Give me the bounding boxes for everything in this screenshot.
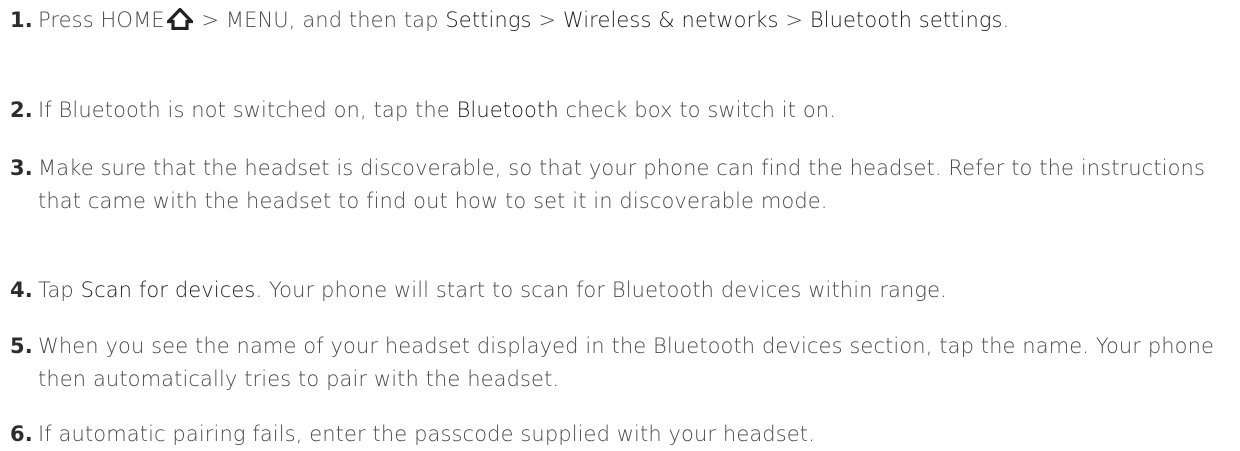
step-text-part: . Your phone will start to scan for Blue… bbox=[255, 278, 947, 302]
step-4: 4. Tap Scan for devices. Your phone will… bbox=[10, 274, 1230, 307]
step-number: 4. bbox=[10, 278, 33, 302]
step-text: Tap Scan for devices. Your phone will st… bbox=[10, 274, 1230, 307]
step-text-part: Press HOME bbox=[38, 8, 165, 32]
step-text: Press HOME > MENU, and then tap Settings… bbox=[10, 4, 1230, 37]
step-number: 5. bbox=[10, 334, 33, 358]
ui-term-settings: Settings bbox=[445, 8, 532, 32]
step-text-part: If Bluetooth is not switched on, tap the bbox=[38, 98, 457, 122]
step-1: 1. Press HOME > MENU, and then tap Setti… bbox=[10, 4, 1230, 37]
instruction-steps: 1. Press HOME > MENU, and then tap Setti… bbox=[0, 0, 1240, 447]
step-number: 3. bbox=[10, 156, 33, 180]
step-3: 3. Make sure that the headset is discove… bbox=[10, 152, 1230, 218]
home-icon bbox=[166, 8, 193, 30]
step-2: 2. If Bluetooth is not switched on, tap … bbox=[10, 94, 1230, 127]
step-text: If Bluetooth is not switched on, tap the… bbox=[10, 94, 1230, 127]
ui-term-scan-for-devices: Scan for devices bbox=[80, 278, 256, 302]
step-text: When you see the name of your headset di… bbox=[38, 334, 1215, 391]
step-6: 6. If automatic pairing fails, enter the… bbox=[10, 418, 1230, 451]
step-text-part: Tap bbox=[38, 278, 81, 302]
step-text-part: > bbox=[778, 8, 810, 32]
ui-term-bluetooth: Bluetooth bbox=[456, 98, 559, 122]
ui-term-bluetooth-settings: Bluetooth settings bbox=[809, 8, 1003, 32]
step-text-part: > MENU, and then tap bbox=[194, 8, 446, 32]
step-number: 2. bbox=[10, 98, 33, 122]
ui-term-wireless-networks: Wireless & networks bbox=[562, 8, 779, 32]
step-text: If automatic pairing fails, enter the pa… bbox=[38, 422, 815, 446]
step-5: 5. When you see the name of your headset… bbox=[10, 330, 1230, 396]
step-number: 1. bbox=[10, 8, 33, 32]
step-text-part: check box to switch it on. bbox=[558, 98, 836, 122]
step-text: Make sure that the headset is discoverab… bbox=[38, 156, 1205, 213]
step-text-part: . bbox=[1002, 8, 1010, 32]
step-number: 6. bbox=[10, 422, 33, 446]
step-text-part: > bbox=[531, 8, 563, 32]
